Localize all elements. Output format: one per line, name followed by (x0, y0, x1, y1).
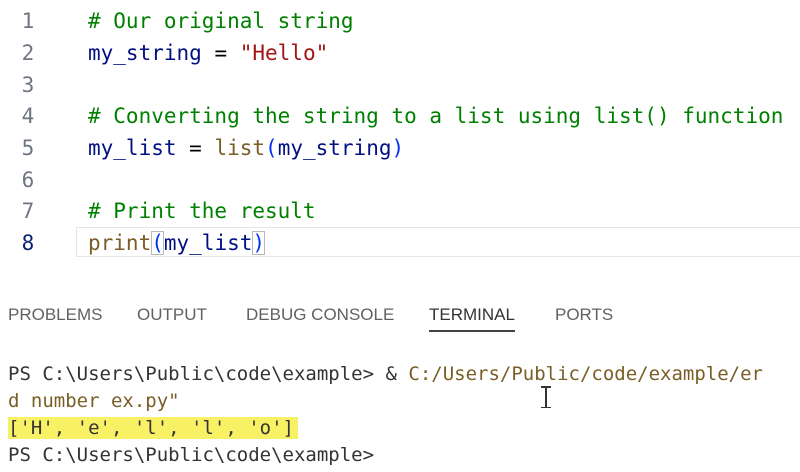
vscode-window: 1 # Our original string 2 my_string = "H… (0, 0, 800, 472)
terminal-command-line: PS C:\Users\Public\code\example> & C:/Us… (8, 361, 763, 387)
line-number-active: 8 (21, 231, 35, 255)
panel-tab-bar: PROBLEMS OUTPUT DEBUG CONSOLE TERMINAL P… (0, 276, 800, 332)
tab-problems[interactable]: PROBLEMS (8, 304, 102, 326)
code-comment: # Converting the string to a list using … (88, 104, 784, 128)
code-argument: my_list (163, 231, 253, 255)
code-operator: = (176, 136, 215, 160)
code-line-7[interactable]: 7 # Print the result (0, 195, 800, 227)
code-line-2[interactable]: 2 my_string = "Hello" (0, 37, 800, 69)
code-line-8[interactable]: 8 print(my_list) (0, 227, 800, 259)
tab-output[interactable]: OUTPUT (137, 304, 207, 326)
code-line-5[interactable]: 5 my_list = list(my_string) (0, 132, 800, 164)
code-line-6[interactable]: 6 (0, 164, 800, 196)
code-comment: # Our original string (88, 9, 354, 33)
code-variable: my_list (88, 136, 177, 160)
terminal-prompt: PS C:\Users\Public\code\example> & (8, 363, 409, 385)
code-function: list (214, 136, 266, 160)
tab-ports[interactable]: PORTS (555, 304, 613, 326)
line-number: 2 (21, 41, 35, 65)
tab-terminal[interactable]: TERMINAL (429, 304, 515, 332)
code-function: print (88, 231, 152, 255)
bottom-panel: PROBLEMS OUTPUT DEBUG CONSOLE TERMINAL P… (0, 276, 800, 472)
line-number: 4 (21, 104, 35, 128)
code-paren-close: ) (252, 231, 266, 255)
code-string: "Hello" (239, 41, 329, 65)
tab-debug-console[interactable]: DEBUG CONSOLE (246, 304, 394, 326)
highlighted-output: ['H', 'e', 'l', 'l', 'o'] (8, 417, 298, 439)
line-number: 7 (21, 199, 35, 223)
terminal-command-continuation: d number ex.py" (8, 390, 180, 412)
code-paren-open: ( (265, 136, 278, 160)
code-operator: = (201, 41, 240, 65)
line-number: 5 (21, 136, 35, 160)
terminal-output[interactable]: PS C:\Users\Public\code\example> & C:/Us… (0, 356, 800, 472)
code-line-3[interactable]: 3 (0, 69, 800, 101)
code-argument: my_string (277, 136, 392, 160)
code-paren-close: ) (391, 136, 405, 160)
line-number: 6 (21, 168, 35, 192)
terminal-prompt-line: PS C:\Users\Public\code\example> (8, 444, 375, 466)
code-line-1[interactable]: 1 # Our original string (0, 5, 800, 37)
code-comment: # Print the result (88, 199, 316, 223)
code-paren-open: ( (151, 231, 164, 255)
code-variable: my_string (88, 41, 202, 65)
terminal-result-line: ['H', 'e', 'l', 'l', 'o'] (8, 415, 298, 441)
terminal-command-path: C:/Users/Public/code/example/er (408, 363, 763, 385)
line-number: 1 (21, 9, 35, 33)
text-cursor-icon (541, 386, 551, 408)
code-editor[interactable]: 1 # Our original string 2 my_string = "H… (0, 0, 800, 276)
line-number: 3 (21, 73, 35, 97)
code-line-4[interactable]: 4 # Converting the string to a list usin… (0, 100, 800, 132)
